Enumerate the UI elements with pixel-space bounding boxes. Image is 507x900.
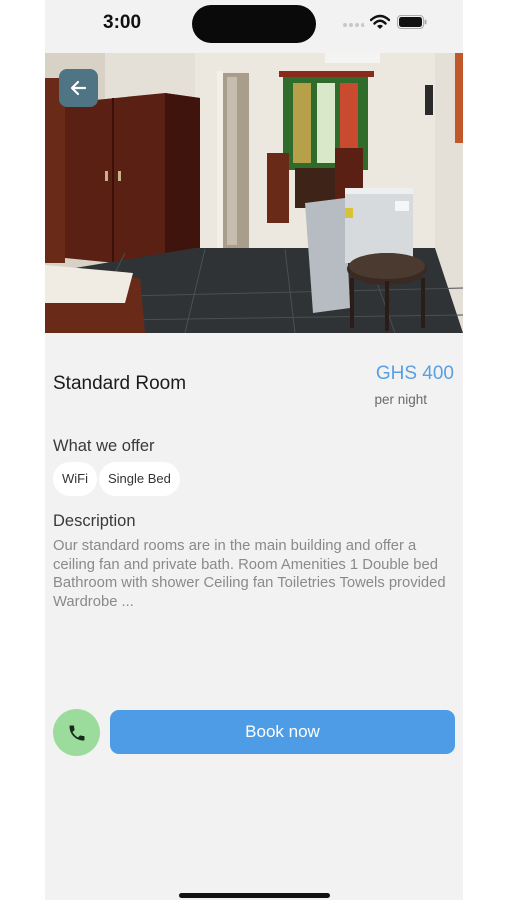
description-text: Our standard rooms are in the main build… (53, 538, 446, 610)
dynamic-island (192, 5, 316, 43)
battery-icon (397, 15, 427, 29)
amenity-tags: WiFi Single Bed (53, 462, 180, 496)
wifi-icon (370, 14, 390, 29)
offer-heading: What we offer (53, 437, 155, 455)
status-time: 3:00 (103, 12, 142, 33)
room-photo (45, 53, 463, 333)
amenity-tag-wifi: WiFi (53, 462, 97, 496)
back-button[interactable] (59, 69, 98, 107)
description-heading: Description (53, 512, 136, 530)
arrow-left-icon (70, 80, 86, 96)
app-screen: 3:00 Standard Room GHS 400 per night Wha… (45, 0, 463, 900)
home-indicator (179, 893, 330, 898)
signal-icon (343, 23, 364, 27)
room-title: Standard Room (53, 373, 187, 394)
phone-icon (69, 725, 84, 740)
status-bar: 3:00 (45, 0, 463, 50)
amenity-tag-single-bed: Single Bed (99, 462, 180, 496)
call-button[interactable] (53, 709, 100, 756)
room-price: GHS 400 (375, 363, 454, 384)
book-now-button[interactable]: Book now (110, 710, 455, 754)
price-unit: per night (374, 392, 427, 407)
